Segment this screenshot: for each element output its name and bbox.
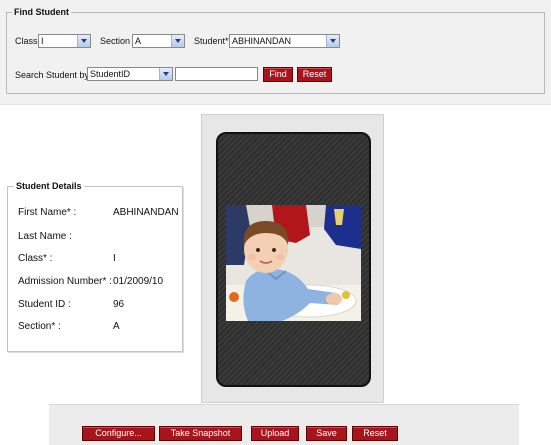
- section-detail-value: A: [113, 321, 120, 332]
- search-by-label: Search Student by*: [15, 70, 93, 80]
- section-detail-label: Section* :: [18, 321, 61, 332]
- section-select-value: A: [135, 36, 142, 46]
- class-select[interactable]: I: [38, 34, 91, 48]
- class-detail-label: Class* :: [18, 253, 53, 264]
- first-name-value: ABHINANDAN: [113, 207, 179, 218]
- take-snapshot-button[interactable]: Take Snapshot: [159, 426, 242, 441]
- phone-frame: [216, 132, 371, 387]
- student-id-value: 96: [113, 299, 125, 310]
- admission-number-value: 01/2009/10: [113, 276, 164, 287]
- first-name-label: First Name* :: [18, 207, 77, 218]
- class-select-value: I: [41, 36, 44, 46]
- find-student-legend: Find Student: [12, 6, 71, 18]
- reset-button[interactable]: Reset: [352, 426, 398, 441]
- student-select-value: ABHINANDAN: [232, 36, 292, 46]
- chevron-down-icon[interactable]: [159, 68, 172, 80]
- save-button[interactable]: Save: [306, 426, 347, 441]
- class-detail-value: I: [113, 253, 116, 264]
- configure-button[interactable]: Configure...: [82, 426, 155, 441]
- chevron-down-icon[interactable]: [77, 35, 90, 47]
- student-id-label: Student ID :: [18, 299, 71, 310]
- upload-button[interactable]: Upload: [251, 426, 299, 441]
- class-label: Class: [15, 36, 38, 46]
- student-details-legend: Student Details: [14, 180, 84, 192]
- student-label: Student*: [194, 36, 229, 46]
- student-photo: [226, 205, 361, 321]
- camera-preview-panel: [201, 114, 384, 403]
- section-select[interactable]: A: [132, 34, 185, 48]
- admission-number-label: Admission Number* :: [18, 276, 112, 287]
- student-details-fieldset: Student Details First Name* : ABHINANDAN…: [7, 180, 183, 352]
- chevron-down-icon[interactable]: [326, 35, 339, 47]
- find-reset-button[interactable]: Reset: [297, 67, 332, 82]
- last-name-label: Last Name :: [18, 231, 72, 242]
- student-select[interactable]: ABHINANDAN: [229, 34, 340, 48]
- section-label: Section: [100, 36, 131, 46]
- search-by-select-value: StudentID: [90, 69, 131, 79]
- find-student-panel: Find Student Class I Section A Student* …: [0, 0, 551, 105]
- search-input[interactable]: [175, 67, 258, 81]
- chevron-down-icon[interactable]: [171, 35, 184, 47]
- find-student-fieldset: Find Student Class I Section A Student* …: [6, 6, 545, 94]
- search-by-select[interactable]: StudentID: [87, 67, 173, 81]
- find-button[interactable]: Find: [263, 67, 293, 82]
- camera-action-bar: Configure... Take Snapshot Upload Save R…: [49, 404, 519, 445]
